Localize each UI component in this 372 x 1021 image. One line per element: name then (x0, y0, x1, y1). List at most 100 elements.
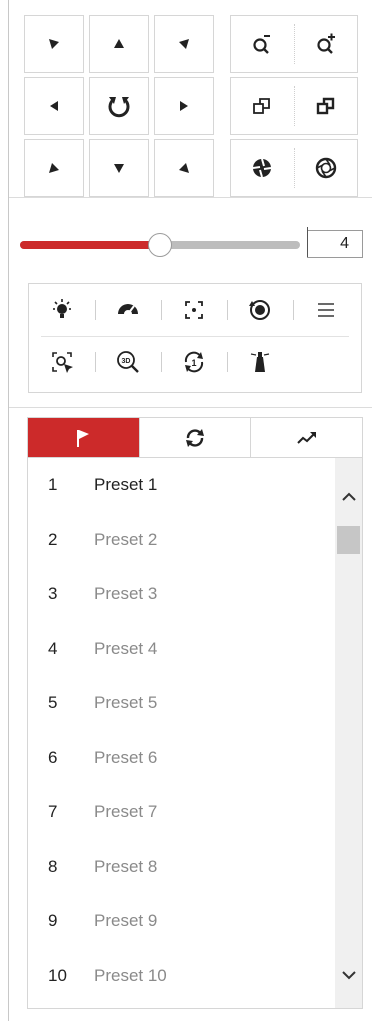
light-button[interactable] (29, 286, 95, 334)
zoom-in-button[interactable] (295, 16, 358, 72)
focus-far-icon (316, 97, 334, 115)
pan-up-button[interactable] (89, 15, 149, 73)
auto-pan-button[interactable] (89, 77, 149, 135)
preset-name: Preset 4 (94, 638, 158, 658)
lens-controls (230, 15, 358, 201)
svg-text:1: 1 (191, 358, 196, 368)
arrow-left-icon (50, 101, 58, 111)
preset-number: 3 (48, 584, 58, 604)
preset-number: 5 (48, 693, 58, 713)
menu-icon (318, 303, 334, 317)
aux-row-2: 3D 1 (29, 338, 293, 386)
auxiliary-functions-panel: 3D 1 (28, 283, 362, 393)
iris-open-button[interactable] (295, 140, 358, 196)
arrow-up-right-icon (179, 39, 189, 49)
zoom-in-icon (317, 33, 335, 54)
preset-list: 1 Preset 1 2 Preset 2 3 Preset 3 4 Preset 4 5 Pre… (27, 457, 363, 1009)
scroll-up-button[interactable] (335, 486, 362, 506)
chevron-up-icon (341, 492, 356, 501)
ptz-speed-slider[interactable] (20, 233, 300, 257)
light-icon (53, 299, 71, 318)
slider-fill (20, 241, 160, 249)
zoom-out-button[interactable] (231, 16, 294, 72)
preset-row[interactable]: 4 Preset 4 (28, 622, 336, 677)
iris-close-button[interactable] (231, 140, 294, 196)
one-touch-park-icon: 1 (184, 351, 204, 373)
3d-zoom-button[interactable]: 3D (95, 338, 161, 386)
focus-near-icon (253, 98, 271, 114)
pan-up-right-button[interactable] (154, 15, 214, 73)
pan-down-button[interactable] (89, 139, 149, 197)
preset-number: 2 (48, 529, 58, 549)
preset-name: Preset 2 (94, 529, 158, 549)
section-divider-2 (9, 407, 372, 408)
preset-row[interactable]: 1 Preset 1 (28, 458, 336, 513)
iris-control (230, 139, 358, 197)
patrol-icon (186, 428, 204, 447)
preset-rows: 1 Preset 1 2 Preset 2 3 Preset 3 4 Preset 4 5 Pre… (28, 458, 336, 1003)
preset-name: Preset 3 (94, 584, 158, 604)
arrow-down-left-icon (49, 163, 59, 173)
preset-name: Preset 5 (94, 693, 158, 713)
preset-row[interactable]: 10 Preset 10 (28, 949, 336, 1004)
ptz-direction-pad (24, 15, 214, 197)
3d-zoom-icon: 3D (117, 351, 139, 373)
tab-patrol[interactable] (138, 418, 251, 457)
slider-thumb[interactable] (148, 233, 172, 257)
preset-row[interactable]: 6 Preset 6 (28, 731, 336, 786)
zoom-out-icon (253, 35, 271, 54)
one-touch-focus-icon (185, 301, 203, 319)
preset-row[interactable]: 3 Preset 3 (28, 567, 336, 622)
pan-left-button[interactable] (24, 77, 84, 135)
focus-far-button[interactable] (295, 78, 358, 134)
lens-initialization-button[interactable] (227, 286, 293, 334)
wiper-button[interactable] (95, 286, 161, 334)
zoom-control (230, 15, 358, 73)
pan-down-right-button[interactable] (154, 139, 214, 197)
scrollbar-thumb[interactable] (337, 526, 360, 554)
arrow-up-icon (114, 39, 124, 48)
lighthouse-icon (250, 352, 270, 372)
section-divider (9, 197, 372, 198)
svg-text:3D: 3D (122, 358, 131, 365)
lighthouse-button[interactable] (227, 338, 293, 386)
focus-near-button[interactable] (231, 78, 294, 134)
arrow-down-icon (114, 164, 124, 173)
preset-list-scrollbar[interactable] (335, 458, 362, 1008)
chevron-down-icon (341, 971, 356, 980)
scroll-down-button[interactable] (335, 966, 362, 986)
pan-up-left-button[interactable] (24, 15, 84, 73)
preset-name: Preset 7 (94, 802, 158, 822)
aux-row-1 (29, 286, 359, 334)
preset-row[interactable]: 9 Preset 9 (28, 894, 336, 949)
tab-preset[interactable] (28, 418, 139, 457)
pattern-icon (296, 431, 316, 444)
pan-right-button[interactable] (154, 77, 214, 135)
preset-row[interactable]: 7 Preset 7 (28, 785, 336, 840)
auto-pan-icon (108, 97, 130, 118)
preset-number: 6 (48, 747, 58, 767)
preset-row[interactable]: 2 Preset 2 (28, 513, 336, 568)
one-touch-park-button[interactable]: 1 (161, 338, 227, 386)
flag-icon (77, 429, 90, 447)
preset-number: 4 (48, 638, 58, 658)
manual-tracking-icon (52, 352, 73, 373)
arrow-up-left-icon (49, 39, 59, 49)
ptz-speed-value[interactable]: 4 (307, 227, 363, 258)
pan-down-left-button[interactable] (24, 139, 84, 197)
menu-button[interactable] (293, 286, 359, 334)
preset-number: 10 (48, 965, 67, 985)
preset-name: Preset 9 (94, 911, 158, 931)
preset-row[interactable]: 5 Preset 5 (28, 676, 336, 731)
preset-row[interactable]: 8 Preset 8 (28, 840, 336, 895)
preset-number: 8 (48, 856, 58, 876)
tab-pattern[interactable] (250, 418, 363, 457)
manual-tracking-button[interactable] (29, 338, 95, 386)
preset-name: Preset 6 (94, 747, 158, 767)
preset-name: Preset 8 (94, 856, 158, 876)
iris-close-icon (253, 158, 272, 178)
one-touch-focus-button[interactable] (161, 286, 227, 334)
focus-control (230, 77, 358, 135)
preset-number: 9 (48, 911, 58, 931)
iris-open-icon (315, 157, 336, 179)
